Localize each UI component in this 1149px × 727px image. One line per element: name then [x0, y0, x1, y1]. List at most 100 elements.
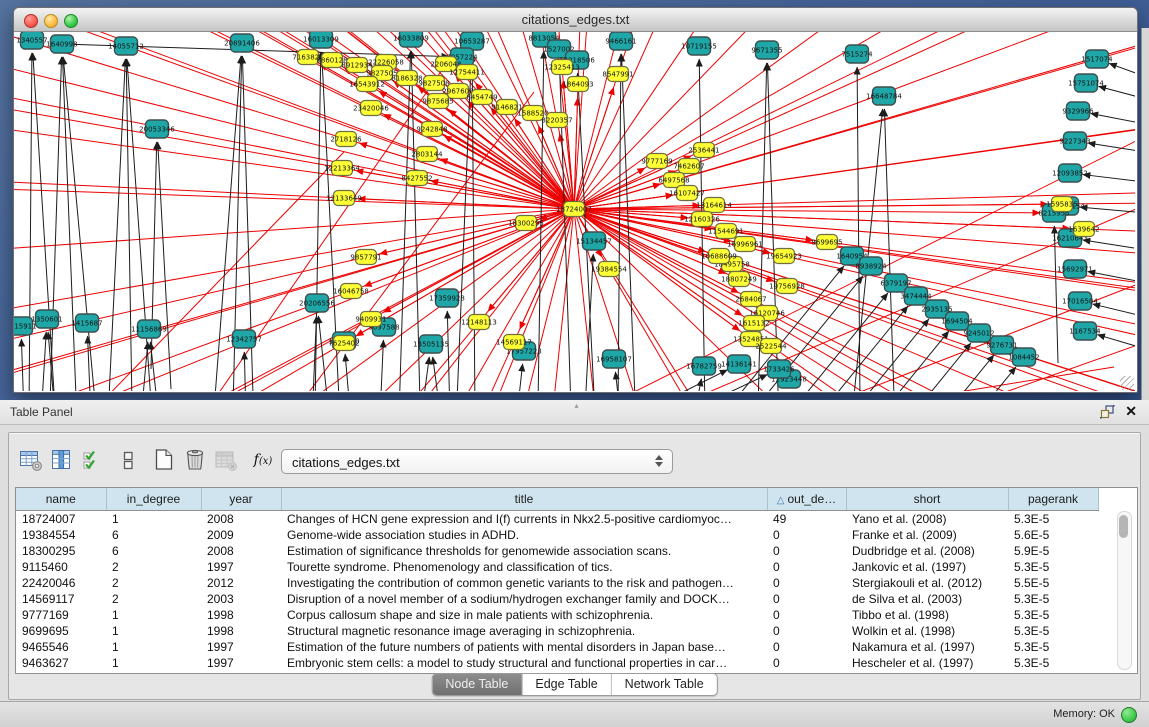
graph-node-label: 18807249: [721, 275, 757, 283]
table-cell: 9465546: [16, 639, 106, 655]
float-panel-icon[interactable]: [1100, 405, 1115, 419]
row-selection-icon[interactable]: [79, 446, 107, 474]
scrollbar-thumb[interactable]: [1119, 515, 1128, 538]
column-header-in-degree[interactable]: in_degree: [106, 488, 201, 511]
teal-graph-node[interactable]: 11156869: [131, 320, 167, 338]
teal-graph-node[interactable]: 9227343: [1059, 132, 1090, 150]
window-titlebar[interactable]: citations_edges.txt: [14, 8, 1137, 32]
teal-graph-node[interactable]: 20053346: [139, 120, 175, 138]
yellow-graph-node[interactable]: 19654923: [766, 249, 802, 264]
yellow-graph-node[interactable]: 7462607: [673, 159, 704, 174]
teal-graph-node[interactable]: 1640998: [46, 35, 77, 53]
table-row[interactable]: 946362711997Embryonic stem cells: a mode…: [16, 655, 1098, 671]
teal-graph-node[interactable]: 16782759: [686, 357, 722, 375]
teal-graph-node[interactable]: 1733426: [763, 360, 795, 378]
network-canvas[interactable]: 1340557164099814055712208914061601330916…: [14, 32, 1135, 391]
window-resize-grip[interactable]: [1120, 376, 1134, 390]
teal-graph-node[interactable]: 12093852: [1052, 164, 1088, 182]
column-header-year[interactable]: year: [201, 488, 281, 511]
delete-rows-icon[interactable]: [181, 446, 209, 474]
node-table-viewport[interactable]: namein_degreeyeartitle△out_de…shortpager…: [15, 487, 1138, 674]
teal-graph-node[interactable]: 9466161: [605, 32, 636, 50]
teal-graph-node[interactable]: 1415687: [71, 314, 102, 332]
table-cell: Nakamura et al. (1997): [846, 639, 1008, 655]
teal-graph-node[interactable]: 1517074: [1081, 50, 1113, 68]
table-row[interactable]: 946554611997Estimation of the future num…: [16, 639, 1098, 655]
column-header-out-de-[interactable]: △out_de…: [767, 488, 846, 511]
table-selector[interactable]: citations_edges.txt: [281, 449, 673, 474]
teal-graph-node[interactable]: 10719155: [681, 37, 717, 55]
teal-graph-node[interactable]: 17016504: [1062, 292, 1098, 310]
table-row[interactable]: 1938455462009Genome-wide association stu…: [16, 527, 1098, 543]
table-cell: 5.3E-5: [1008, 655, 1098, 671]
table-row[interactable]: 969969511998Structural magnetic resonanc…: [16, 623, 1098, 639]
teal-graph-node[interactable]: 20206556: [299, 294, 335, 312]
table-cell: 9115460: [16, 559, 106, 575]
table-vertical-scrollbar[interactable]: [1117, 511, 1132, 670]
teal-graph-node[interactable]: 7515274: [841, 45, 873, 63]
column-header-title[interactable]: title: [281, 488, 767, 511]
new-table-icon[interactable]: [150, 446, 178, 474]
column-header-pagerank[interactable]: pagerank: [1008, 488, 1098, 511]
column-header-name[interactable]: name: [16, 488, 106, 511]
teal-graph-node[interactable]: 1084452: [1008, 348, 1039, 366]
teal-graph-node[interactable]: 15692971: [1057, 260, 1093, 278]
graph-node-label: 2536441: [688, 146, 719, 154]
graph-edge: [1083, 240, 1134, 248]
yellow-graph-node[interactable]: 1864093: [562, 77, 593, 92]
table-cell: 0: [767, 607, 846, 623]
teal-graph-node[interactable]: 16033809: [393, 32, 429, 47]
yellow-graph-node[interactable]: 2718126: [330, 132, 362, 147]
table-cell: 1: [106, 623, 201, 639]
column-header-short[interactable]: short: [846, 488, 1008, 511]
table-row[interactable]: 1872400712008Changes of HCN gene express…: [16, 511, 1098, 528]
yellow-graph-node[interactable]: 12148113: [461, 315, 497, 330]
table-settings-icon[interactable]: [17, 446, 45, 474]
table-row[interactable]: 2242004622012Investigating the contribut…: [16, 575, 1098, 591]
teal-graph-node[interactable]: 14055712: [108, 37, 144, 55]
graph-edge: [574, 209, 1040, 213]
yellow-graph-node[interactable]: 12133649: [326, 191, 362, 206]
graph-node-label: 15692971: [1057, 265, 1093, 273]
yellow-graph-node[interactable]: 16046758: [333, 284, 369, 299]
yellow-graph-node[interactable]: 19384554: [591, 262, 627, 277]
table-row[interactable]: 911546021997Tourette syndrome. Phenomeno…: [16, 559, 1098, 575]
teal-graph-node[interactable]: 15134457: [576, 232, 612, 250]
split-panel-icon[interactable]: [114, 446, 142, 474]
yellow-graph-node[interactable]: 9857791: [350, 250, 381, 265]
yellow-graph-node[interactable]: 23420046: [353, 101, 389, 116]
graph-edge: [586, 254, 593, 391]
table-row[interactable]: 1830029562008Estimation of significance …: [16, 543, 1098, 559]
teal-graph-node[interactable]: 1340557: [16, 32, 47, 49]
tab-edge-table[interactable]: Edge Table: [522, 674, 611, 695]
teal-graph-node[interactable]: 9245012: [963, 324, 994, 342]
tab-network-table[interactable]: Network Table: [612, 674, 717, 695]
table-cell: 5.3E-5: [1008, 639, 1098, 655]
teal-graph-node[interactable]: 9329966: [1062, 102, 1094, 120]
combo-stepper-icon: [655, 455, 663, 467]
table-row[interactable]: 1456911722003Disruption of a novel membe…: [16, 591, 1098, 607]
panel-resize-handle[interactable]: ▴: [575, 401, 579, 410]
show-column-icon[interactable]: [48, 446, 76, 474]
teal-graph-node[interactable]: 16648784: [866, 87, 902, 105]
teal-graph-node[interactable]: 9671355: [751, 41, 782, 59]
yellow-graph-node[interactable]: 12213364: [324, 161, 360, 176]
yellow-graph-node[interactable]: 8547991: [602, 67, 633, 82]
teal-graph-node[interactable]: 15751074: [1068, 74, 1104, 92]
table-cell: Embryonic stem cells: a model to study s…: [281, 655, 767, 671]
teal-graph-node[interactable]: 16958107: [596, 350, 632, 368]
close-panel-icon[interactable]: ✕: [1125, 403, 1137, 420]
network-view[interactable]: 1340557164099814055712208914061601330916…: [14, 32, 1135, 391]
tab-node-table[interactable]: Node Table: [432, 674, 522, 695]
graph-node-label: 16046758: [333, 287, 369, 295]
teal-graph-node[interactable]: 1167534: [1069, 322, 1101, 340]
graph-edge: [1093, 304, 1135, 315]
function-builder-icon[interactable]: f(x): [249, 446, 277, 474]
teal-graph-node[interactable]: 1350601: [31, 310, 62, 328]
network-window[interactable]: citations_edges.txt 13405571640998 140557…: [13, 7, 1138, 393]
table-row[interactable]: 977716911998Corpus callosum shape and si…: [16, 607, 1098, 623]
teal-graph-node[interactable]: 12342757: [226, 330, 262, 348]
graph-node-label: 9409931: [355, 315, 386, 323]
teal-graph-node[interactable]: 8938924: [855, 257, 887, 275]
table-header-row[interactable]: namein_degreeyeartitle△out_de…shortpager…: [16, 488, 1098, 511]
